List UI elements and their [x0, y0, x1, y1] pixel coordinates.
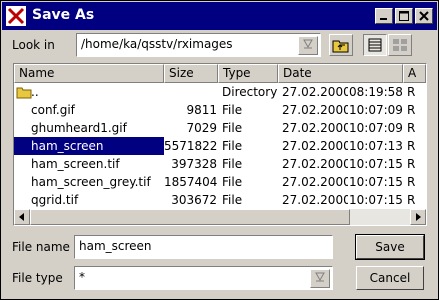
file-name: ..: [31, 85, 39, 99]
file-size: 9811: [186, 103, 217, 117]
file-size: 1857404: [164, 175, 217, 189]
lookin-path: /home/ka/qsstv/rximages: [81, 37, 233, 51]
file-attr: R: [407, 121, 416, 135]
file-date: 27.02.2000: [282, 175, 348, 189]
file-type: File: [222, 157, 243, 171]
cancel-button[interactable]: Cancel: [356, 266, 424, 290]
list-view-button[interactable]: [388, 34, 412, 56]
filetype-value: *: [79, 270, 85, 284]
parent-dir-button[interactable]: [329, 34, 353, 56]
file-date: 27.02.2000: [282, 157, 348, 171]
file-date: 27.02.2000: [282, 103, 348, 117]
filename-value: ham_screen: [79, 239, 152, 253]
lookin-dropdown-button[interactable]: [298, 36, 318, 55]
filetype-label-text: File type: [12, 271, 63, 285]
file-attr: R: [407, 103, 416, 117]
file-attr: R: [407, 85, 416, 99]
file-type: File: [222, 139, 243, 153]
column-header-attr[interactable]: A: [403, 64, 426, 83]
file-row[interactable]: ghumheard1.gif 7029 File 27.02.2000 10:07:09…: [14, 119, 426, 137]
file-type: Directory: [222, 85, 278, 99]
minimize-button[interactable]: [375, 8, 393, 24]
file-attr: R: [407, 139, 416, 153]
column-header-size[interactable]: Size: [164, 64, 218, 83]
file-size: 5571822: [164, 139, 217, 153]
detail-view-button[interactable]: [363, 34, 387, 56]
maximize-button[interactable]: [395, 8, 413, 24]
filename-label: File name: [12, 240, 70, 254]
maximize-icon: [399, 11, 409, 21]
file-type: File: [222, 121, 243, 135]
file-size: [164, 83, 217, 101]
file-name: qgrid.tif: [31, 193, 79, 207]
title-bar[interactable]: Save As: [2, 2, 437, 30]
file-type: File: [222, 103, 243, 117]
file-row[interactable]: .. Directory 27.02.2000 08:19:58 R: [14, 83, 426, 101]
scroll-left-button[interactable]: [14, 209, 30, 225]
lookin-combo[interactable]: /home/ka/qsstv/rximages: [76, 33, 321, 57]
window-title: Save As: [32, 7, 95, 23]
horizontal-scrollbar[interactable]: [14, 209, 426, 225]
file-size: 397328: [171, 157, 217, 171]
scroll-thumb[interactable]: [30, 209, 350, 225]
file-name: ghumheard1.gif: [31, 121, 127, 135]
save-as-dialog: Save As Look in /home/ka/qsstv/rximages: [0, 0, 439, 300]
file-date: 27.02.2000: [282, 139, 348, 153]
file-attr: R: [407, 157, 416, 171]
file-type: File: [222, 193, 243, 207]
file-time: 08:19:58: [349, 85, 403, 99]
file-size: 7029: [186, 121, 217, 135]
filename-label-text: File name: [12, 240, 70, 254]
file-list[interactable]: Name Size Type Date A .. Directory 27.02.2…: [13, 63, 427, 226]
close-icon: [419, 11, 429, 21]
file-date: 27.02.2000: [282, 85, 348, 99]
file-row[interactable]: qgrid.tif 303672 File 27.02.2000 10:07:15 R: [14, 191, 426, 209]
file-row[interactable]: ham_screen_grey.tif 1857404 File 27.02.2000…: [14, 173, 426, 191]
filetype-combo[interactable]: *: [74, 266, 333, 290]
list-view-icon: [393, 39, 407, 51]
filetype-dropdown-button[interactable]: [310, 269, 330, 288]
folder-icon: [16, 87, 32, 99]
filetype-label: File type: [12, 271, 63, 285]
scroll-right-button[interactable]: [410, 209, 426, 225]
x-app-icon: [6, 6, 26, 26]
close-button[interactable]: [415, 8, 433, 24]
chevron-down-icon: [315, 272, 325, 282]
file-name: ham_screen_grey.tif: [31, 175, 151, 189]
file-name: conf.gif: [31, 103, 75, 117]
file-name: ham_screen: [14, 137, 164, 155]
arrow-left-icon: [19, 213, 24, 221]
file-time: 10:07:15: [349, 193, 403, 207]
chevron-down-icon: [303, 39, 313, 49]
file-row[interactable]: ham_screen.tif 397328 File 27.02.2000 10:07:…: [14, 155, 426, 173]
file-row[interactable]: ham_screen 5571822 File 27.02.2000 10:07:13 R: [14, 137, 426, 155]
folder-up-icon: [332, 40, 349, 53]
lookin-label: Look in: [12, 38, 55, 52]
file-type: File: [222, 175, 243, 189]
file-date: 27.02.2000: [282, 121, 348, 135]
file-time: 10:07:09: [349, 103, 403, 117]
file-size: 303672: [171, 193, 217, 207]
file-time: 10:07:15: [349, 175, 403, 189]
column-header-date[interactable]: Date: [278, 64, 403, 83]
lookin-label-text: Look in: [12, 38, 55, 52]
filename-input[interactable]: ham_screen: [74, 235, 333, 259]
arrow-right-icon: [416, 213, 421, 221]
file-date: 27.02.2000: [282, 193, 348, 207]
column-header-type[interactable]: Type: [218, 64, 278, 83]
column-header-name[interactable]: Name: [14, 64, 164, 83]
file-attr: R: [407, 175, 416, 189]
file-time: 10:07:15: [349, 157, 403, 171]
file-time: 10:07:09: [349, 121, 403, 135]
minimize-icon: [380, 18, 387, 20]
file-time: 10:07:13: [349, 139, 403, 153]
file-attr: R: [407, 193, 416, 207]
detail-view-icon: [368, 38, 382, 52]
save-button[interactable]: Save: [355, 234, 425, 260]
file-row[interactable]: conf.gif 9811 File 27.02.2000 10:07:09 R: [14, 101, 426, 119]
file-name: ham_screen.tif: [31, 157, 120, 171]
